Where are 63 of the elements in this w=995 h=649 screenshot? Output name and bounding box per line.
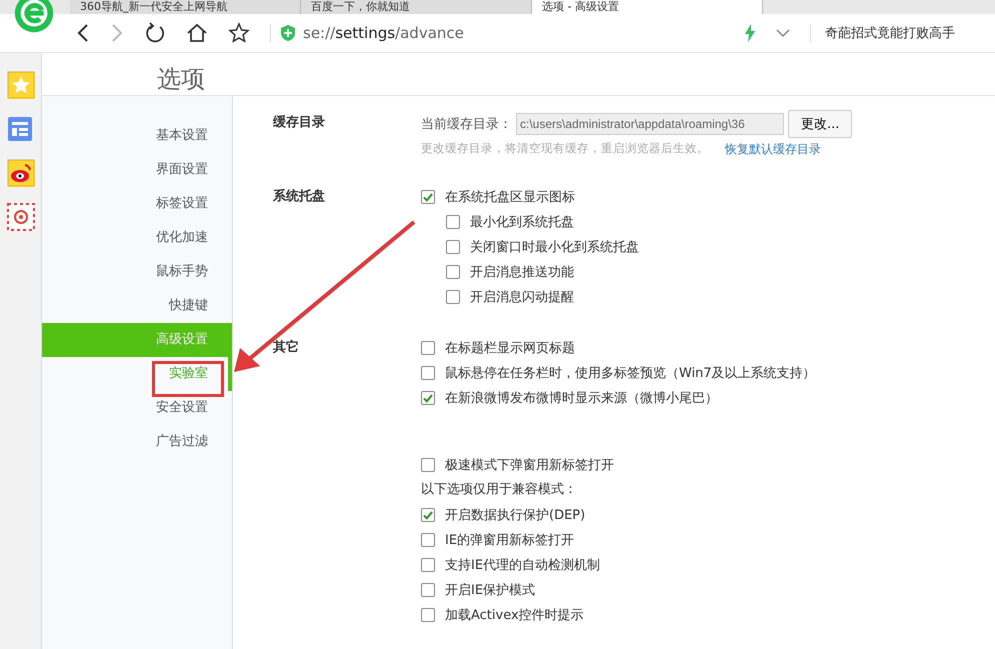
back-icon[interactable]	[76, 23, 90, 43]
checkbox-option[interactable]: 开启消息推送功能	[446, 259, 574, 284]
checkbox-option[interactable]: IE的弹窗用新标签打开	[421, 527, 574, 552]
url-text: se://settings/advance	[303, 24, 464, 42]
checkbox[interactable]	[421, 340, 435, 354]
field-label: 当前缓存目录：	[421, 116, 512, 133]
checkbox[interactable]	[421, 390, 435, 404]
checkbox-option[interactable]: 开启数据执行保护(DEP)	[421, 502, 586, 527]
search-field[interactable]: 奇葩招式竟能打败高手	[810, 24, 995, 42]
checkbox-option[interactable]: 极速模式下弹窗用新标签打开	[421, 452, 614, 477]
checkbox[interactable]	[446, 264, 460, 278]
checkbox-option[interactable]: 开启消息闪动提醒	[446, 284, 574, 309]
checkbox[interactable]	[421, 558, 435, 572]
checkbox[interactable]	[421, 582, 435, 596]
nav-item[interactable]: 界面设置	[42, 153, 232, 187]
weibo-icon[interactable]	[6, 159, 34, 187]
checkbox[interactable]	[421, 608, 435, 622]
browser-tab[interactable]: 360导航_新一代安全上网导航	[70, 0, 301, 14]
section-heading: 缓存目录	[273, 114, 326, 132]
browser-tab[interactable]: 百度一下，你就知道	[301, 0, 532, 14]
checkbox-option[interactable]: 关闭窗口时最小化到系统托盘	[446, 234, 639, 259]
nav-item[interactable]: 安全设置	[42, 391, 232, 425]
option-note: 以下选项仅用于兼容模式：	[421, 481, 578, 499]
section-heading: 系统托盘	[273, 188, 326, 206]
lightning-icon[interactable]	[744, 24, 756, 42]
nav-item[interactable]: 标签设置	[42, 187, 232, 221]
checkbox-option[interactable]: 开启IE保护模式	[421, 577, 536, 602]
checkbox-option[interactable]: 鼠标悬停在任务栏时，使用多标签预览（Win7及以上系统支持）	[421, 360, 816, 385]
news-icon[interactable]	[6, 115, 34, 143]
hint-text: 更改缓存目录，将清空现有缓存，重启浏览器后生效。	[421, 141, 709, 157]
checkbox-option[interactable]: 在新浪微博发布微博时显示来源（微博小尾巴）	[421, 385, 718, 410]
star-icon[interactable]	[228, 22, 250, 44]
restore-default-link[interactable]: 恢复默认缓存目录	[725, 141, 821, 158]
section-heading: 其它	[273, 338, 300, 357]
checkbox-option[interactable]: 最小化到系统托盘	[446, 209, 574, 234]
checkbox-option[interactable]: 支持IE代理的自动检测机制	[421, 552, 600, 577]
checkbox[interactable]	[421, 190, 435, 204]
checkbox-option[interactable]: 在系统托盘区显示图标	[421, 184, 575, 209]
nav-item[interactable]: 基本设置	[42, 119, 232, 153]
checkbox[interactable]	[421, 458, 435, 472]
checkbox[interactable]	[421, 366, 435, 380]
cache-path-field[interactable]: c:\users\administrator\appdata\roaming\36	[516, 113, 784, 135]
chevron-down-icon[interactable]	[776, 28, 790, 38]
annotation-highlight-box	[152, 361, 224, 397]
browser-tab[interactable]: 选项 - 高级设置	[532, 0, 763, 14]
reload-icon[interactable]	[144, 22, 166, 44]
checkbox[interactable]	[446, 240, 460, 254]
change-button[interactable]: 更改...	[788, 110, 852, 138]
checkbox[interactable]	[421, 508, 435, 522]
page-title: 选项	[157, 64, 205, 95]
nav-item[interactable]: 优化加速	[42, 221, 232, 255]
forward-icon[interactable]	[110, 23, 124, 43]
checkbox-option[interactable]: 在标题栏显示网页标题	[421, 335, 575, 360]
home-icon[interactable]	[186, 22, 208, 44]
shield-icon	[281, 25, 295, 41]
checkbox-option[interactable]: 加载Activex控件时提示	[421, 602, 584, 627]
address-field[interactable]: se://settings/advance	[270, 24, 724, 42]
checkbox[interactable]	[446, 290, 460, 304]
nav-item[interactable]: 快捷键	[42, 289, 232, 323]
nav-item[interactable]: 鼠标手势	[42, 255, 232, 289]
checkbox[interactable]	[446, 214, 460, 228]
checkbox[interactable]	[421, 532, 435, 546]
nav-item[interactable]: 广告过滤	[42, 425, 232, 459]
